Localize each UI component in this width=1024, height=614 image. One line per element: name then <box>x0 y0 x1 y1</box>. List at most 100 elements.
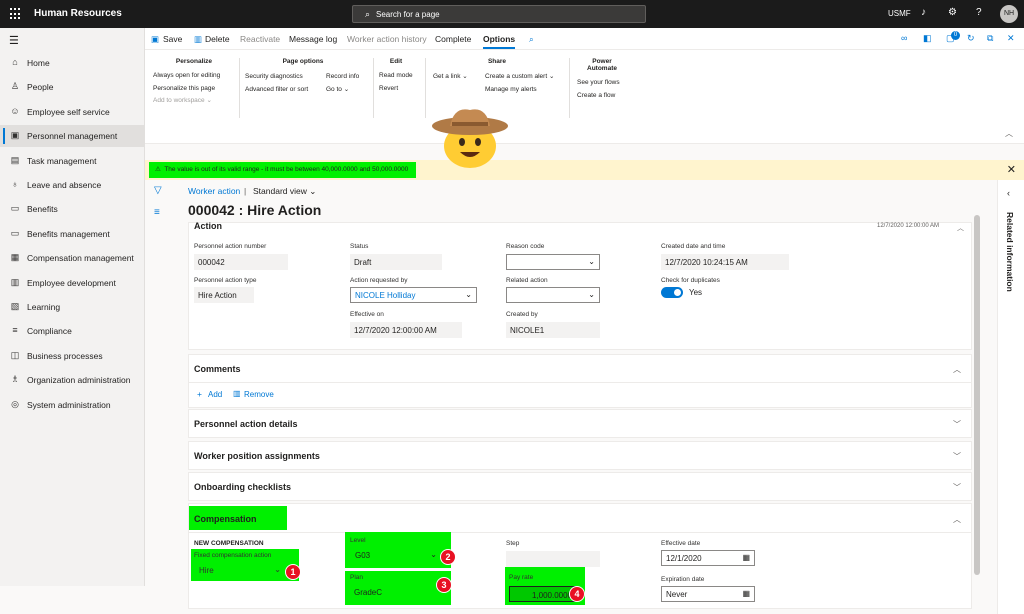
search-input[interactable]: ⌕ Search for a page <box>352 5 646 23</box>
sidebar-item-compensation-management[interactable]: ▦ Compensation management <box>0 247 145 269</box>
remove-button[interactable]: Remove <box>244 390 274 399</box>
scrollbar[interactable] <box>974 215 980 575</box>
people-icon: ♙ <box>10 81 20 92</box>
always-open-editing-button[interactable]: Always open for editing <box>153 70 235 83</box>
sidebar-item-home[interactable]: ⌂ Home <box>0 52 145 74</box>
section-title[interactable]: Action <box>194 221 222 231</box>
see-flows-button[interactable]: See your flows <box>577 77 627 90</box>
collapse-ribbon-icon[interactable]: ︿ <box>1005 128 1013 139</box>
sidebar-item-system-administration[interactable]: ◎ System administration <box>0 394 145 416</box>
link-icon[interactable]: ∞ <box>901 33 907 43</box>
effective-date-input[interactable]: 12/1/2020 ▦ <box>661 550 755 566</box>
refresh-icon[interactable]: ↻ <box>967 33 975 44</box>
action-requested-by-select[interactable]: NICOLE Holliday ⌄ <box>350 287 477 303</box>
personnel-action-details-section[interactable]: Personnel action details ﹀ <box>188 409 972 438</box>
sidebar-item-task-management[interactable]: ▤ Task management <box>0 150 145 172</box>
sidebar-item-benefits-management[interactable]: ▭ Benefits management <box>0 223 145 245</box>
reason-code-select[interactable]: ⌄ <box>506 254 600 270</box>
expiration-date-input[interactable]: Never ▦ <box>661 586 755 602</box>
check-duplicates-toggle[interactable] <box>661 287 683 298</box>
dismiss-message-icon[interactable]: ✕ <box>1007 163 1016 176</box>
sidebar-item-people[interactable]: ♙ People <box>0 76 145 98</box>
worker-action-history-button[interactable]: Worker action history <box>347 34 427 44</box>
notification-count-badge: 0 <box>951 31 960 40</box>
save-button[interactable]: Save <box>163 34 182 44</box>
level-select[interactable]: G03 ⌄ <box>350 547 442 563</box>
pay-rate-input[interactable]: 1,000.0000 <box>509 586 577 602</box>
sidebar-item-leave-and-absence[interactable]: ♁ Leave and absence <box>0 174 145 196</box>
sidebar-item-benefits[interactable]: ▭ Benefits <box>0 198 145 220</box>
hamburger-icon[interactable]: ☰ <box>9 34 19 47</box>
chevron-up-icon[interactable]: ︿ <box>957 223 964 233</box>
personnel-action-type[interactable]: Hire Action <box>194 287 254 303</box>
office-icon[interactable]: ◧ <box>923 33 932 44</box>
sidebar-item-business-processes[interactable]: ◫ Business processes <box>0 345 145 367</box>
filter-icon[interactable]: ▽ <box>154 185 162 196</box>
calendar-icon[interactable]: ▦ <box>742 553 750 562</box>
gear-icon[interactable]: ⚙ <box>948 7 957 18</box>
breadcrumb[interactable]: Worker action <box>188 186 240 196</box>
bell-icon[interactable]: ♪ <box>921 7 926 18</box>
step-field[interactable] <box>506 551 600 567</box>
chevron-left-icon[interactable]: ‹ <box>1007 188 1010 198</box>
compensation-icon: ▦ <box>10 252 20 263</box>
add-button[interactable]: Add <box>208 390 222 399</box>
message-log-button[interactable]: Message log <box>289 34 337 44</box>
plan-field[interactable]: GradeC <box>354 588 382 597</box>
popout-icon[interactable]: ⧉ <box>987 33 993 44</box>
sidebar-item-employee-development[interactable]: ▥ Employee development <box>0 272 145 294</box>
security-diagnostics-button[interactable]: Security diagnostics <box>245 71 308 84</box>
advanced-filter-button[interactable]: Advanced filter or sort <box>245 84 308 97</box>
read-mode-button[interactable]: Read mode <box>379 70 413 83</box>
close-icon[interactable]: ✕ <box>1007 33 1015 44</box>
sidebar-item-personnel-management[interactable]: ▣ Personnel management <box>0 125 145 148</box>
field-label: Expiration date <box>661 576 705 583</box>
sidebar-item-organization-administration[interactable]: ♗ Organization administration <box>0 369 145 391</box>
effective-on-field[interactable]: 12/7/2020 12:00:00 AM <box>350 322 462 338</box>
related-information-label[interactable]: Related information <box>1005 212 1015 292</box>
personalize-page-button[interactable]: Personalize this page <box>153 83 235 96</box>
search-icon[interactable]: ⌕ <box>529 34 534 45</box>
manage-alerts-button[interactable]: Manage my alerts <box>485 84 554 97</box>
create-flow-button[interactable]: Create a flow <box>577 90 627 103</box>
reactivate-button[interactable]: Reactivate <box>240 34 280 44</box>
revert-button[interactable]: Revert <box>379 83 413 96</box>
sidebar-item-employee-self-service[interactable]: ☺ Employee self service <box>0 101 145 123</box>
related-information-pane[interactable]: ‹ Related information <box>997 180 1024 614</box>
add-to-workspace-button[interactable]: Add to workspace ⌄ <box>153 95 235 108</box>
worker-position-assignments-section[interactable]: Worker position assignments ﹀ <box>188 441 972 470</box>
tab-options[interactable]: Options <box>483 34 516 49</box>
go-to-button[interactable]: Go to ⌄ <box>326 84 359 97</box>
delete-button[interactable]: Delete <box>205 34 230 44</box>
leave-icon: ♁ <box>11 179 19 189</box>
list-icon[interactable]: ≡ <box>154 207 160 218</box>
get-link-button[interactable]: Get a link ⌄ <box>433 71 468 84</box>
help-icon[interactable]: ? <box>976 7 982 18</box>
fixed-compensation-action-select[interactable]: Hire ⌄ <box>194 562 286 578</box>
chevron-up-icon[interactable]: ︿ <box>953 364 961 375</box>
chevron-up-icon[interactable]: ︿ <box>953 514 961 525</box>
personnel-action-number[interactable]: 000042 <box>194 254 288 270</box>
company-selector[interactable]: USMF <box>888 9 911 18</box>
section-title[interactable]: Comments <box>194 364 241 374</box>
section-title[interactable]: Worker position assignments <box>194 451 320 461</box>
chevron-down-icon[interactable]: ﹀ <box>953 482 961 493</box>
view-selector[interactable]: Standard view ⌄ <box>253 186 316 197</box>
section-title[interactable]: Compensation <box>194 514 257 524</box>
sidebar-item-compliance[interactable]: ≡ Compliance <box>0 320 145 342</box>
complete-button[interactable]: Complete <box>435 34 471 44</box>
create-custom-alert-button[interactable]: Create a custom alert ⌄ <box>485 71 554 84</box>
onboarding-checklists-section[interactable]: Onboarding checklists ﹀ <box>188 472 972 501</box>
record-info-button[interactable]: Record info <box>326 71 359 84</box>
section-title[interactable]: Onboarding checklists <box>194 482 291 492</box>
app-title[interactable]: Human Resources <box>34 8 122 19</box>
related-action-select[interactable]: ⌄ <box>506 287 600 303</box>
app-launcher-icon[interactable] <box>10 8 22 20</box>
chevron-down-icon[interactable]: ﹀ <box>953 451 961 462</box>
avatar[interactable]: NH <box>1000 5 1018 23</box>
section-title[interactable]: Personnel action details <box>194 419 298 429</box>
calendar-icon[interactable]: ▦ <box>742 589 750 598</box>
annotation-badge-4: 4 <box>569 586 585 602</box>
sidebar-item-learning[interactable]: ▧ Learning <box>0 296 145 318</box>
chevron-down-icon[interactable]: ﹀ <box>953 419 961 430</box>
